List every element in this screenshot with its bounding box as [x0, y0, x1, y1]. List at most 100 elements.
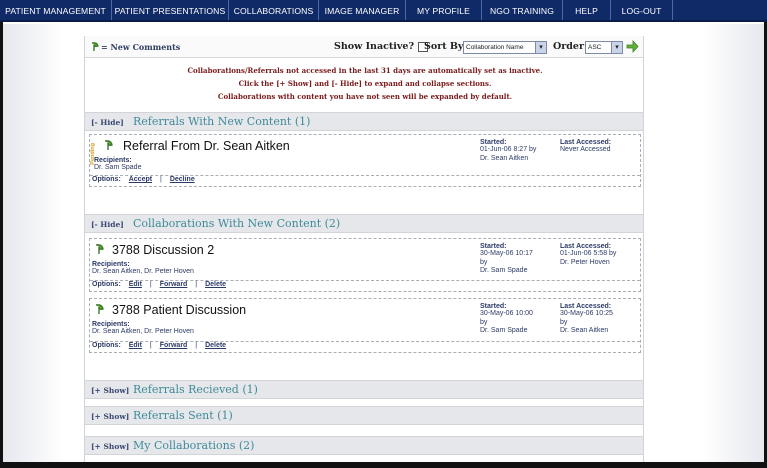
recipients-label: Recipients:	[92, 261, 130, 268]
section-title: Referrals With New Content (1)	[133, 115, 311, 128]
sort-by-value: Collaboration Name	[466, 44, 524, 51]
recipients-value: Dr. Sean Aitken, Dr. Peter Hoven	[92, 268, 194, 275]
sort-by-label: Sort By:	[424, 41, 467, 52]
leaf-icon	[95, 304, 104, 314]
nav-ngo-training[interactable]: NGO TRAINING	[482, 0, 563, 20]
section-toggle[interactable]: [- Hide]	[91, 220, 124, 229]
collaboration-item: 3788 Patient Discussion Recipients: Dr. …	[89, 298, 641, 353]
separator: |	[160, 176, 162, 183]
started-block: Started: 01-Jun-06 8:27 by Dr. Sean Aitk…	[480, 139, 536, 163]
top-nav: PATIENT MANAGEMENT PATIENT PRESENTATIONS…	[0, 0, 767, 22]
accessed-line: 01-Jun-06 5:58 by	[560, 250, 617, 257]
section-title: Referrals Sent (1)	[133, 409, 233, 422]
separator: |	[195, 342, 198, 349]
order-label: Order:	[553, 41, 588, 52]
item-title[interactable]: 3788 Patient Discussion	[112, 303, 246, 317]
accessed-block: Last Accessed: Never Accessed	[560, 139, 611, 155]
edit-link[interactable]: Edit	[129, 281, 142, 288]
recipients-value: Dr. Sam Spade	[94, 164, 142, 171]
section-collaborations-new-content: [- Hide] Collaborations With New Content…	[85, 214, 643, 233]
separator: |	[195, 281, 198, 288]
nav-my-profile[interactable]: MY PROFILE	[406, 0, 482, 20]
started-line: by	[480, 258, 488, 266]
nav-patient-presentations[interactable]: PATIENT PRESENTATIONS	[112, 0, 229, 20]
started-block: Started: 30-May-06 10:00 by Dr. Sam Spad…	[480, 303, 533, 336]
leaf-icon	[95, 244, 104, 254]
order-select[interactable]: ASC ▾	[585, 41, 623, 54]
started-line: 30-May-06 10:00	[480, 310, 533, 317]
recipients-label: Recipients:	[94, 157, 132, 164]
section-toggle[interactable]: [+ Show]	[91, 442, 129, 451]
chevron-down-icon: ▾	[611, 42, 622, 53]
accept-link[interactable]: Accept	[129, 176, 152, 183]
accessed-block: Last Accessed: 01-Jun-06 5:58 by Dr. Pet…	[560, 243, 616, 267]
new-comments-label: = New Comments	[101, 42, 181, 52]
referral-item: Pending Referral From Dr. Sean Aitken Re…	[89, 134, 641, 187]
separator: |	[149, 281, 152, 288]
section-title: My Collaborations (2)	[133, 439, 255, 452]
item-options: Options: Edit | Forward | Delete	[90, 341, 640, 352]
accessed-label: Last Accessed:	[560, 303, 612, 310]
item-title[interactable]: 3788 Discussion 2	[112, 243, 214, 257]
accessed-label: Last Accessed:	[560, 243, 612, 250]
new-comment-leaf-icon	[91, 42, 99, 51]
accessed-block: Last Accessed: 30-May-06 10:25 by Dr. Se…	[560, 303, 613, 336]
started-label: Started:	[480, 243, 507, 250]
nav-patient-management[interactable]: PATIENT MANAGEMENT	[0, 0, 112, 20]
show-inactive-group: Show Inactive?	[334, 41, 429, 52]
section-title: Collaborations With New Content (2)	[133, 217, 341, 230]
accessed-line: Dr. Sean Aitken	[560, 327, 609, 334]
notice-line: Click the [+ Show] and [- Hide] to expan…	[238, 79, 492, 88]
edit-link[interactable]: Edit	[129, 342, 142, 349]
forward-link[interactable]: Forward	[160, 281, 188, 288]
leaf-icon	[104, 140, 113, 150]
recipients-block: Recipients: Dr. Sean Aitken, Dr. Peter H…	[92, 261, 194, 277]
forward-link[interactable]: Forward	[160, 342, 188, 349]
sort-by-select[interactable]: Collaboration Name ▾	[463, 41, 547, 54]
started-line: 30-May-06 10:17	[480, 250, 533, 257]
collaboration-item: 3788 Discussion 2 Recipients: Dr. Sean A…	[89, 238, 641, 292]
show-inactive-label: Show Inactive?	[334, 41, 415, 52]
started-block: Started: 30-May-06 10:17 by Dr. Sam Spad…	[480, 243, 533, 276]
recipients-block: Recipients: Dr. Sean Aitken, Dr. Peter H…	[92, 321, 194, 337]
item-title[interactable]: Referral From Dr. Sean Aitken	[123, 139, 290, 153]
started-line: Dr. Sam Spade	[480, 267, 528, 274]
started-line: 01-Jun-06 8:27 by	[480, 146, 537, 153]
delete-link[interactable]: Delete	[205, 281, 226, 288]
nav-log-out[interactable]: LOG-OUT	[611, 0, 673, 20]
nav-help[interactable]: HELP	[563, 0, 611, 20]
inactive-notice: Collaborations/Referrals not accessed in…	[85, 64, 643, 103]
chevron-down-icon: ▾	[535, 42, 546, 53]
nav-collaborations[interactable]: COLLABORATIONS	[229, 0, 319, 20]
order-value: ASC	[588, 44, 602, 51]
nav-image-manager[interactable]: IMAGE MANAGER	[319, 0, 406, 20]
section-toggle[interactable]: [- Hide]	[91, 118, 124, 127]
accessed-line: Dr. Peter Hoven	[560, 258, 610, 266]
collaborations-panel: = New Comments Show Inactive? Sort By: C…	[84, 36, 644, 468]
delete-link[interactable]: Delete	[205, 342, 226, 349]
section-toggle[interactable]: [+ Show]	[91, 412, 129, 421]
item-options: Options: Accept | Decline	[90, 175, 640, 186]
notice-line: Collaborations/Referrals not accessed in…	[187, 66, 543, 75]
section-title: Referrals Recieved (1)	[133, 383, 258, 396]
section-my-collaborations: [+ Show] My Collaborations (2)	[85, 436, 643, 455]
section-referrals-new-content: [- Hide] Referrals With New Content (1)	[85, 112, 643, 131]
recipients-value: Dr. Sean Aitken, Dr. Peter Hoven	[92, 328, 194, 335]
options-label: Options:	[92, 281, 121, 288]
separator: |	[149, 342, 152, 349]
section-toggle[interactable]: [+ Show]	[91, 386, 129, 395]
section-referrals-received: [+ Show] Referrals Recieved (1)	[85, 380, 643, 399]
toolbar: = New Comments Show Inactive? Sort By: C…	[85, 36, 643, 58]
section-referrals-sent: [+ Show] Referrals Sent (1)	[85, 406, 643, 425]
new-comments-legend: = New Comments	[91, 42, 180, 52]
item-options: Options: Edit | Forward | Delete	[90, 280, 640, 291]
recipients-label: Recipients:	[92, 321, 130, 328]
options-label: Options:	[92, 176, 121, 183]
bottom-border	[0, 462, 767, 468]
accessed-line: by	[560, 318, 568, 326]
notice-line: Collaborations with content you have not…	[217, 92, 513, 101]
options-label: Options:	[92, 342, 121, 349]
decline-link[interactable]: Decline	[170, 176, 195, 183]
accessed-label: Last Accessed:	[560, 139, 612, 146]
go-arrow-icon[interactable]	[626, 40, 639, 53]
